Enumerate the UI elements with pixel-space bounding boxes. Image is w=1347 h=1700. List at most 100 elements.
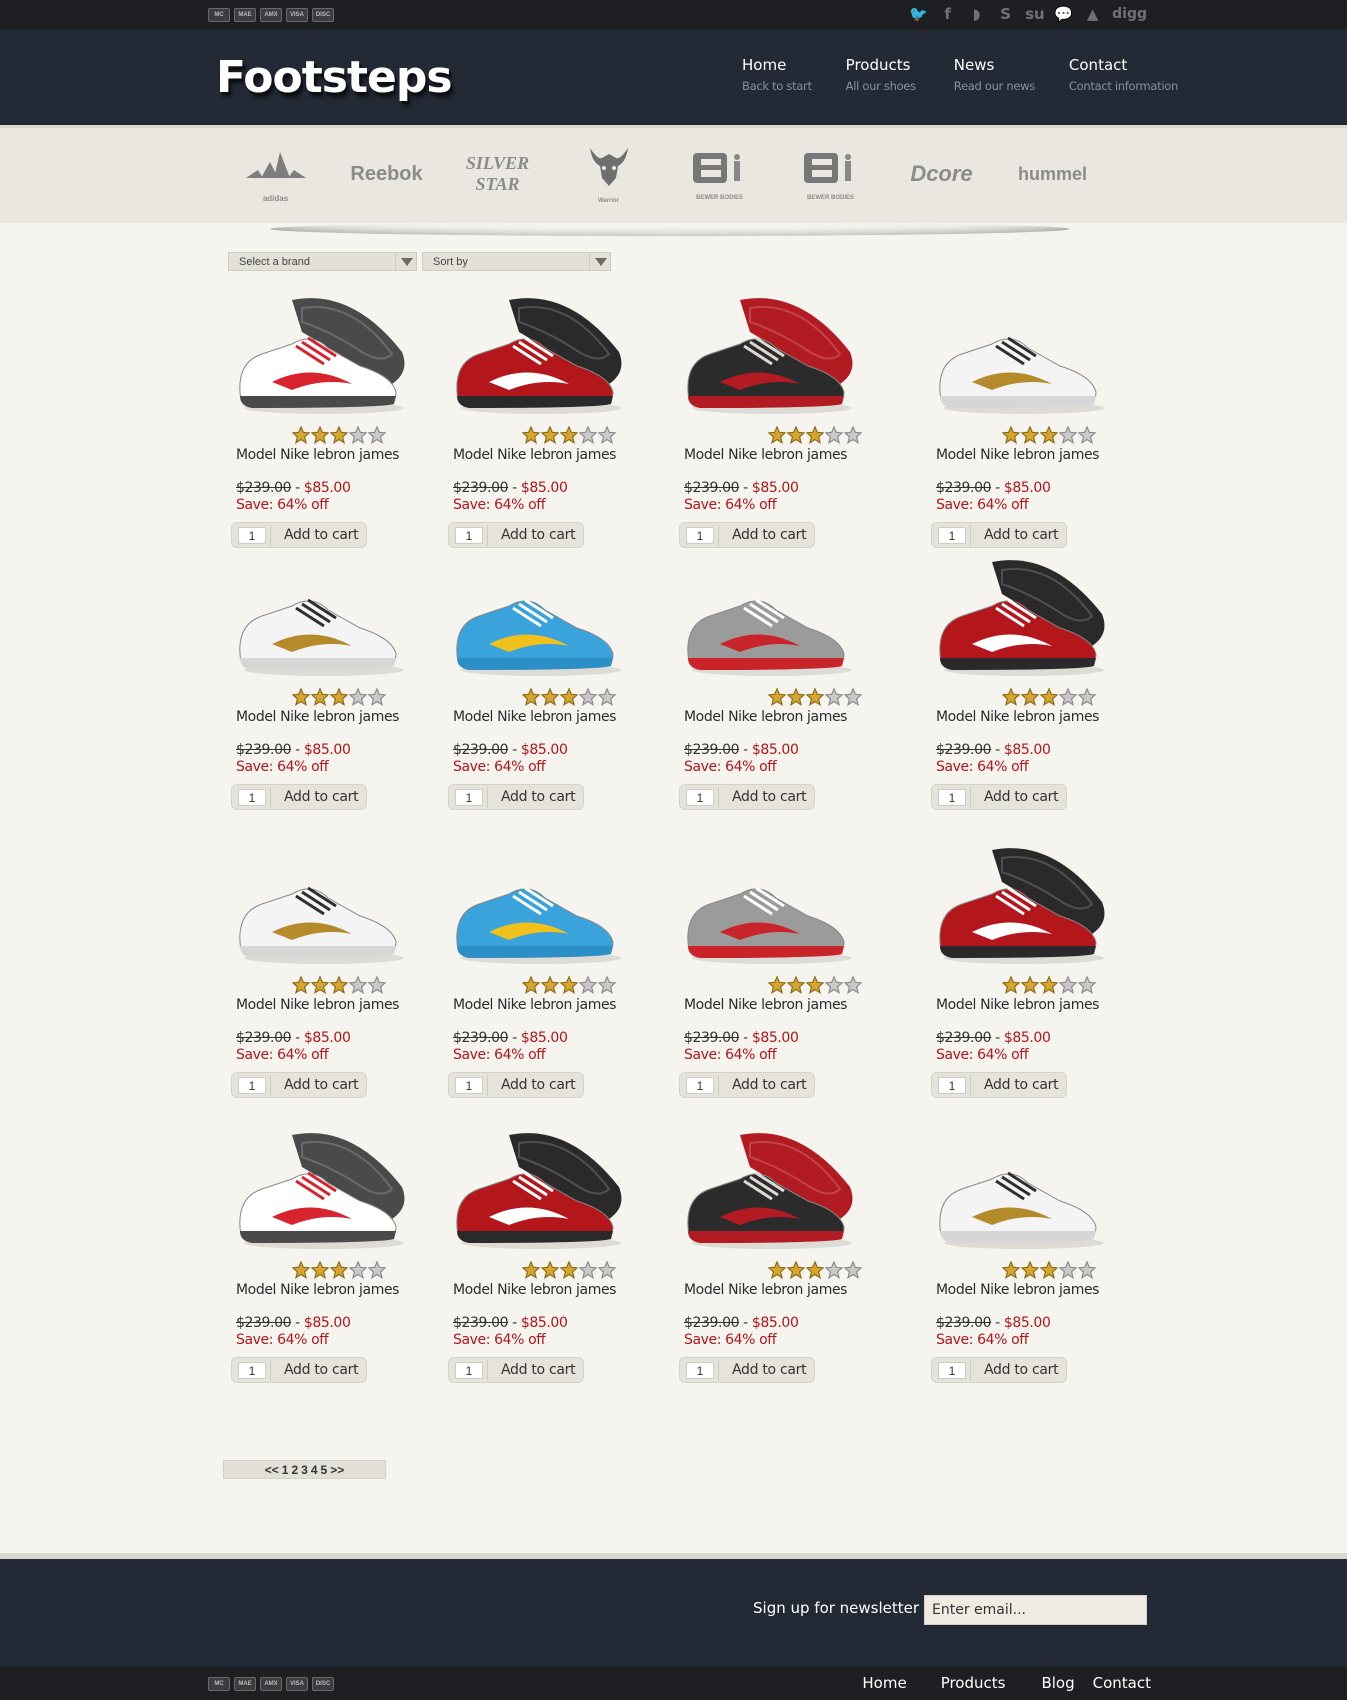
star-filled-icon[interactable] [291,425,311,448]
quantity-input[interactable] [455,789,483,806]
product-image-nike-red-low[interactable] [449,292,629,418]
add-to-cart-button[interactable]: Add to cart [679,784,815,810]
star-empty-icon[interactable] [348,975,368,998]
star-filled-icon[interactable] [767,425,787,448]
star-filled-icon[interactable] [329,975,349,998]
product-title[interactable]: Model Nike lebron james [936,447,1099,463]
star-empty-icon[interactable] [578,687,598,710]
star-empty-icon[interactable] [597,1260,617,1283]
star-filled-icon[interactable] [291,1260,311,1283]
rss-icon[interactable]: ◗ [967,5,986,24]
star-filled-icon[interactable] [540,425,560,448]
star-filled-icon[interactable] [767,687,787,710]
star-filled-icon[interactable] [1020,687,1040,710]
digg-icon[interactable]: digg [1112,5,1147,24]
quantity-input[interactable] [938,1077,966,1094]
product-title[interactable]: Model Nike lebron james [236,1282,399,1298]
star-filled-icon[interactable] [329,687,349,710]
star-empty-icon[interactable] [824,975,844,998]
quantity-input[interactable] [938,1362,966,1379]
quantity-input[interactable] [686,1077,714,1094]
product-image-nike-red-low[interactable] [932,842,1112,968]
star-filled-icon[interactable] [310,975,330,998]
product-title[interactable]: Model Nike lebron james [684,1282,847,1298]
brand-logo-dcore[interactable]: Dcore [886,146,997,202]
star-filled-icon[interactable] [291,687,311,710]
brand-select[interactable]: Select a brand [228,252,417,271]
product-image-kobe-white-gold[interactable] [232,842,412,968]
product-title[interactable]: Model Nike lebron james [453,447,616,463]
star-filled-icon[interactable] [1020,1260,1040,1283]
quantity-input[interactable] [938,789,966,806]
pagination-next[interactable]: >> [330,1463,344,1477]
star-empty-icon[interactable] [843,687,863,710]
star-empty-icon[interactable] [1058,1260,1078,1283]
star-filled-icon[interactable] [521,975,541,998]
star-empty-icon[interactable] [348,1260,368,1283]
pagination-page-1[interactable]: 1 [282,1463,289,1477]
star-filled-icon[interactable] [767,975,787,998]
add-to-cart-button[interactable]: Add to cart [231,784,367,810]
star-filled-icon[interactable] [559,975,579,998]
star-filled-icon[interactable] [540,687,560,710]
add-to-cart-button[interactable]: Add to cart [931,1072,1067,1098]
add-to-cart-button[interactable]: Add to cart [231,522,367,548]
star-filled-icon[interactable] [786,975,806,998]
star-empty-icon[interactable] [824,425,844,448]
product-image-kobe-white-gold[interactable] [932,1127,1112,1253]
star-empty-icon[interactable] [348,425,368,448]
stumbleupon-icon[interactable]: su [1025,5,1045,24]
product-image-kobe-white-gold[interactable] [232,554,412,680]
product-image-dc-white-red[interactable] [232,292,412,418]
star-empty-icon[interactable] [824,1260,844,1283]
product-image-adidas-grey-red[interactable] [680,842,860,968]
star-empty-icon[interactable] [1058,687,1078,710]
product-image-adidas-blue[interactable] [449,554,629,680]
brand-logo-hummel[interactable]: hummel [997,146,1108,202]
footer-nav-home[interactable]: Home [862,1674,906,1692]
product-title[interactable]: Model Nike lebron james [453,709,616,725]
star-empty-icon[interactable] [1058,425,1078,448]
pagination-page-2[interactable]: 2 [291,1463,298,1477]
brand-logo-silver-star[interactable]: SILVER STAR [442,146,553,202]
delicious-icon[interactable]: ▲ [1083,5,1102,24]
product-title[interactable]: Model Nike lebron james [236,997,399,1013]
add-to-cart-button[interactable]: Add to cart [231,1072,367,1098]
star-filled-icon[interactable] [1020,425,1040,448]
product-title[interactable]: Model Nike lebron james [236,447,399,463]
star-empty-icon[interactable] [843,1260,863,1283]
star-filled-icon[interactable] [767,1260,787,1283]
product-image-lebron-black-red[interactable] [680,1127,860,1253]
add-to-cart-button[interactable]: Add to cart [679,1357,815,1383]
star-filled-icon[interactable] [310,687,330,710]
star-filled-icon[interactable] [1020,975,1040,998]
quantity-input[interactable] [938,527,966,544]
add-to-cart-button[interactable]: Add to cart [448,784,584,810]
product-title[interactable]: Model Nike lebron james [936,997,1099,1013]
star-empty-icon[interactable] [367,687,387,710]
brand-logo-warrior[interactable]: Warrior [553,146,664,204]
product-title[interactable]: Model Nike lebron james [453,1282,616,1298]
product-title[interactable]: Model Nike lebron james [684,709,847,725]
star-filled-icon[interactable] [786,687,806,710]
star-empty-icon[interactable] [597,975,617,998]
add-to-cart-button[interactable]: Add to cart [448,1072,584,1098]
brand-logo-reebok[interactable]: Reebok [331,146,442,202]
star-empty-icon[interactable] [597,687,617,710]
star-empty-icon[interactable] [597,425,617,448]
product-title[interactable]: Model Nike lebron james [684,997,847,1013]
star-filled-icon[interactable] [310,425,330,448]
star-filled-icon[interactable] [1001,425,1021,448]
star-empty-icon[interactable] [1077,1260,1097,1283]
pagination-page-3[interactable]: 3 [301,1463,308,1477]
star-filled-icon[interactable] [329,1260,349,1283]
star-filled-icon[interactable] [329,425,349,448]
add-to-cart-button[interactable]: Add to cart [679,522,815,548]
quantity-input[interactable] [238,789,266,806]
star-filled-icon[interactable] [540,975,560,998]
brand-logo-adidas[interactable]: adidas [220,146,331,203]
star-empty-icon[interactable] [348,687,368,710]
facebook-icon[interactable]: f [938,5,957,24]
sort-select[interactable]: Sort by [422,252,611,271]
star-filled-icon[interactable] [1039,425,1059,448]
